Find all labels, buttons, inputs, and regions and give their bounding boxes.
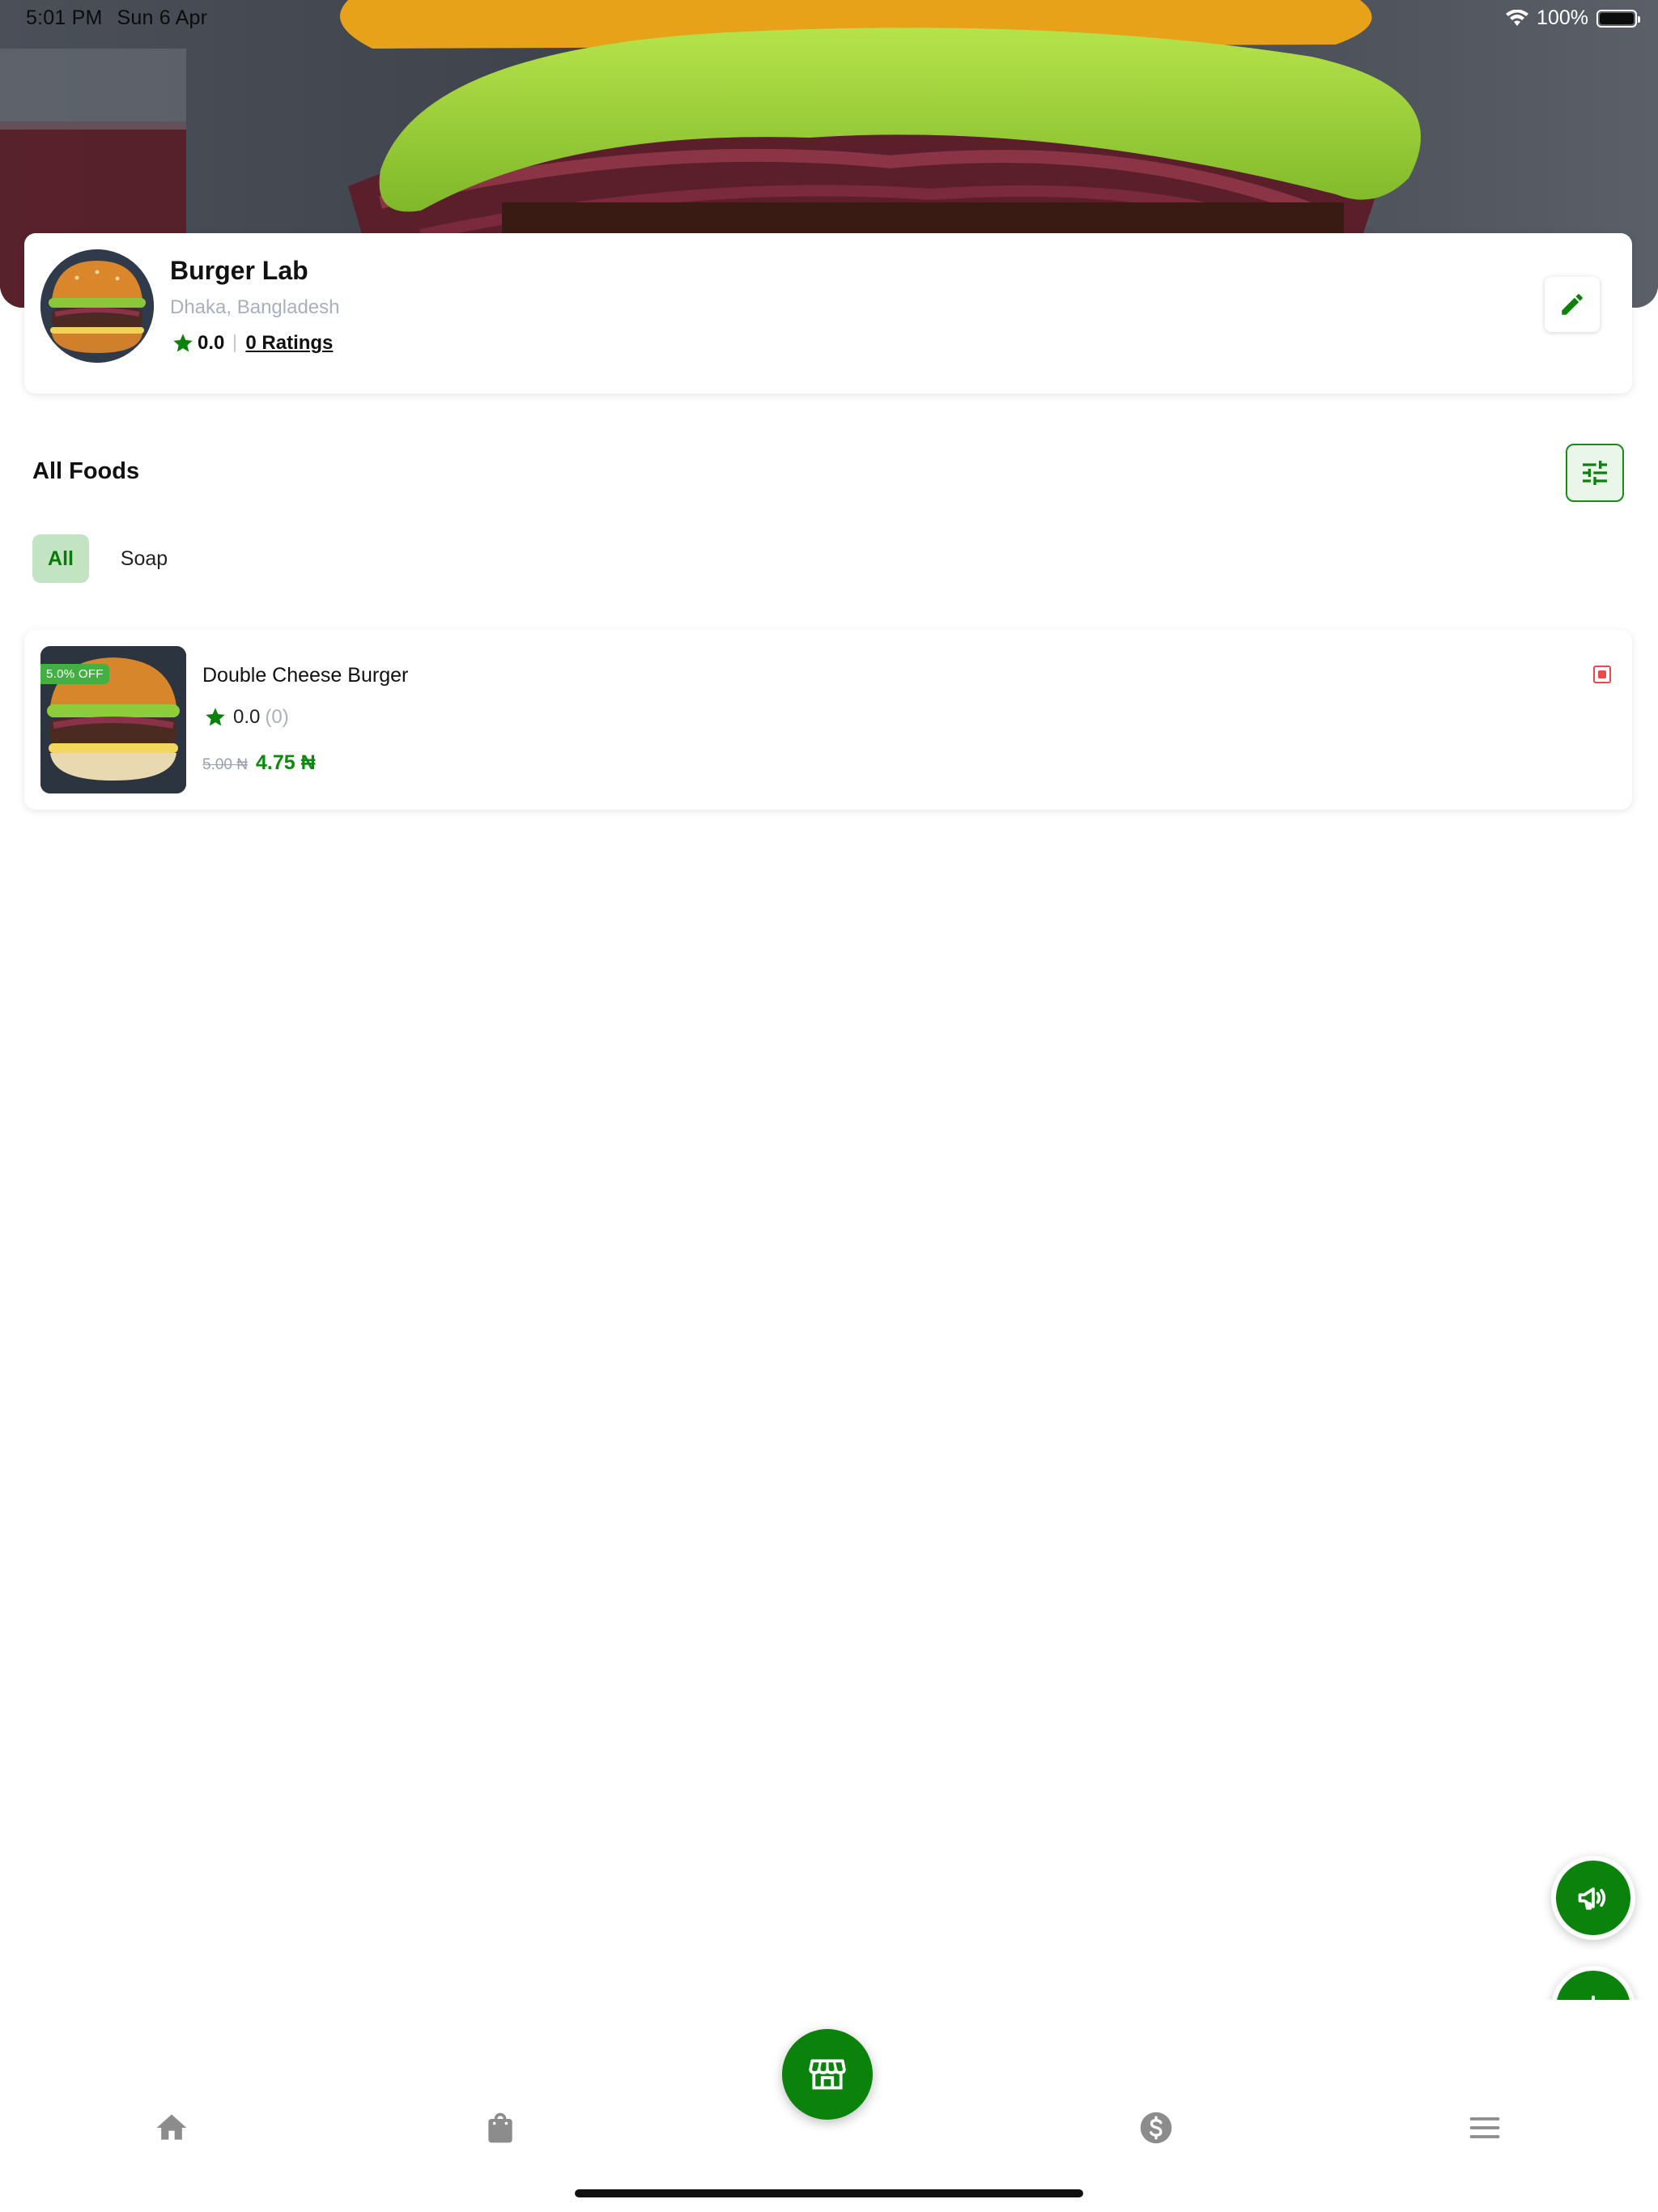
- nav-menu[interactable]: [1462, 2105, 1507, 2150]
- discount-badge: 5.0% OFF: [40, 664, 109, 684]
- status-bar: 5:01 PM Sun 6 Apr 100%: [0, 0, 1658, 39]
- restaurant-name: Burger Lab: [170, 256, 308, 285]
- nav-store-button[interactable]: [782, 2029, 873, 2120]
- section-title: All Foods: [32, 458, 140, 484]
- old-price: 5.00 ₦: [202, 756, 248, 773]
- star-icon: [173, 334, 193, 352]
- restaurant-card: Burger Lab Dhaka, Bangladesh 0.0 0 Ratin…: [24, 233, 1632, 393]
- battery-percent: 100%: [1537, 6, 1588, 29]
- home-indicator: [575, 2189, 1083, 2197]
- food-image: 5.0% OFF: [40, 646, 186, 793]
- ratings-link[interactable]: 0 Ratings: [245, 332, 333, 355]
- filter-button[interactable]: [1566, 444, 1624, 502]
- edit-restaurant-button[interactable]: [1545, 277, 1600, 332]
- category-chip-all[interactable]: All: [32, 534, 89, 583]
- restaurant-rating-value: 0.0: [198, 332, 225, 354]
- campaign-button[interactable]: [1551, 1856, 1635, 1940]
- nav-orders[interactable]: [478, 2105, 523, 2150]
- wifi-icon: [1506, 9, 1529, 26]
- status-indicators: 100%: [1506, 6, 1640, 30]
- restaurant-location: Dhaka, Bangladesh: [170, 296, 340, 318]
- food-rating-value: 0.0: [233, 706, 261, 728]
- new-price: 4.75 ₦: [255, 751, 316, 774]
- home-icon: [156, 2114, 187, 2140]
- category-chip-soap[interactable]: Soap: [105, 534, 183, 583]
- food-price: 5.00 ₦ 4.75 ₦: [202, 751, 316, 775]
- sliders-icon: [1583, 461, 1607, 485]
- status-time-date: 5:01 PM Sun 6 Apr: [26, 6, 222, 30]
- nav-home[interactable]: [149, 2105, 194, 2150]
- menu-icon: [1469, 2117, 1500, 2138]
- food-rating: 0.0 (0): [204, 706, 289, 729]
- store-icon: [809, 2059, 846, 2090]
- pencil-icon: [1562, 294, 1583, 315]
- battery-icon: [1596, 9, 1640, 28]
- shopping-bag-icon: [488, 2112, 512, 2143]
- status-date: Sun 6 Apr: [117, 6, 208, 29]
- nav-wallet[interactable]: [1133, 2105, 1179, 2150]
- food-item-card[interactable]: 5.0% OFF Double Cheese Burger 0.0 (0) 5.…: [24, 630, 1632, 810]
- restaurant-logo: [40, 249, 154, 363]
- non-veg-indicator-icon: [1593, 666, 1611, 683]
- status-time: 5:01 PM: [26, 6, 103, 29]
- star-icon: [206, 708, 225, 726]
- dollar-icon: [1140, 2112, 1172, 2144]
- megaphone-icon: [1578, 1887, 1606, 1910]
- food-rating-count: (0): [265, 706, 289, 728]
- rating-divider: [234, 334, 236, 352]
- restaurant-rating: 0.0 0 Ratings: [172, 332, 333, 355]
- food-name: Double Cheese Burger: [202, 664, 409, 687]
